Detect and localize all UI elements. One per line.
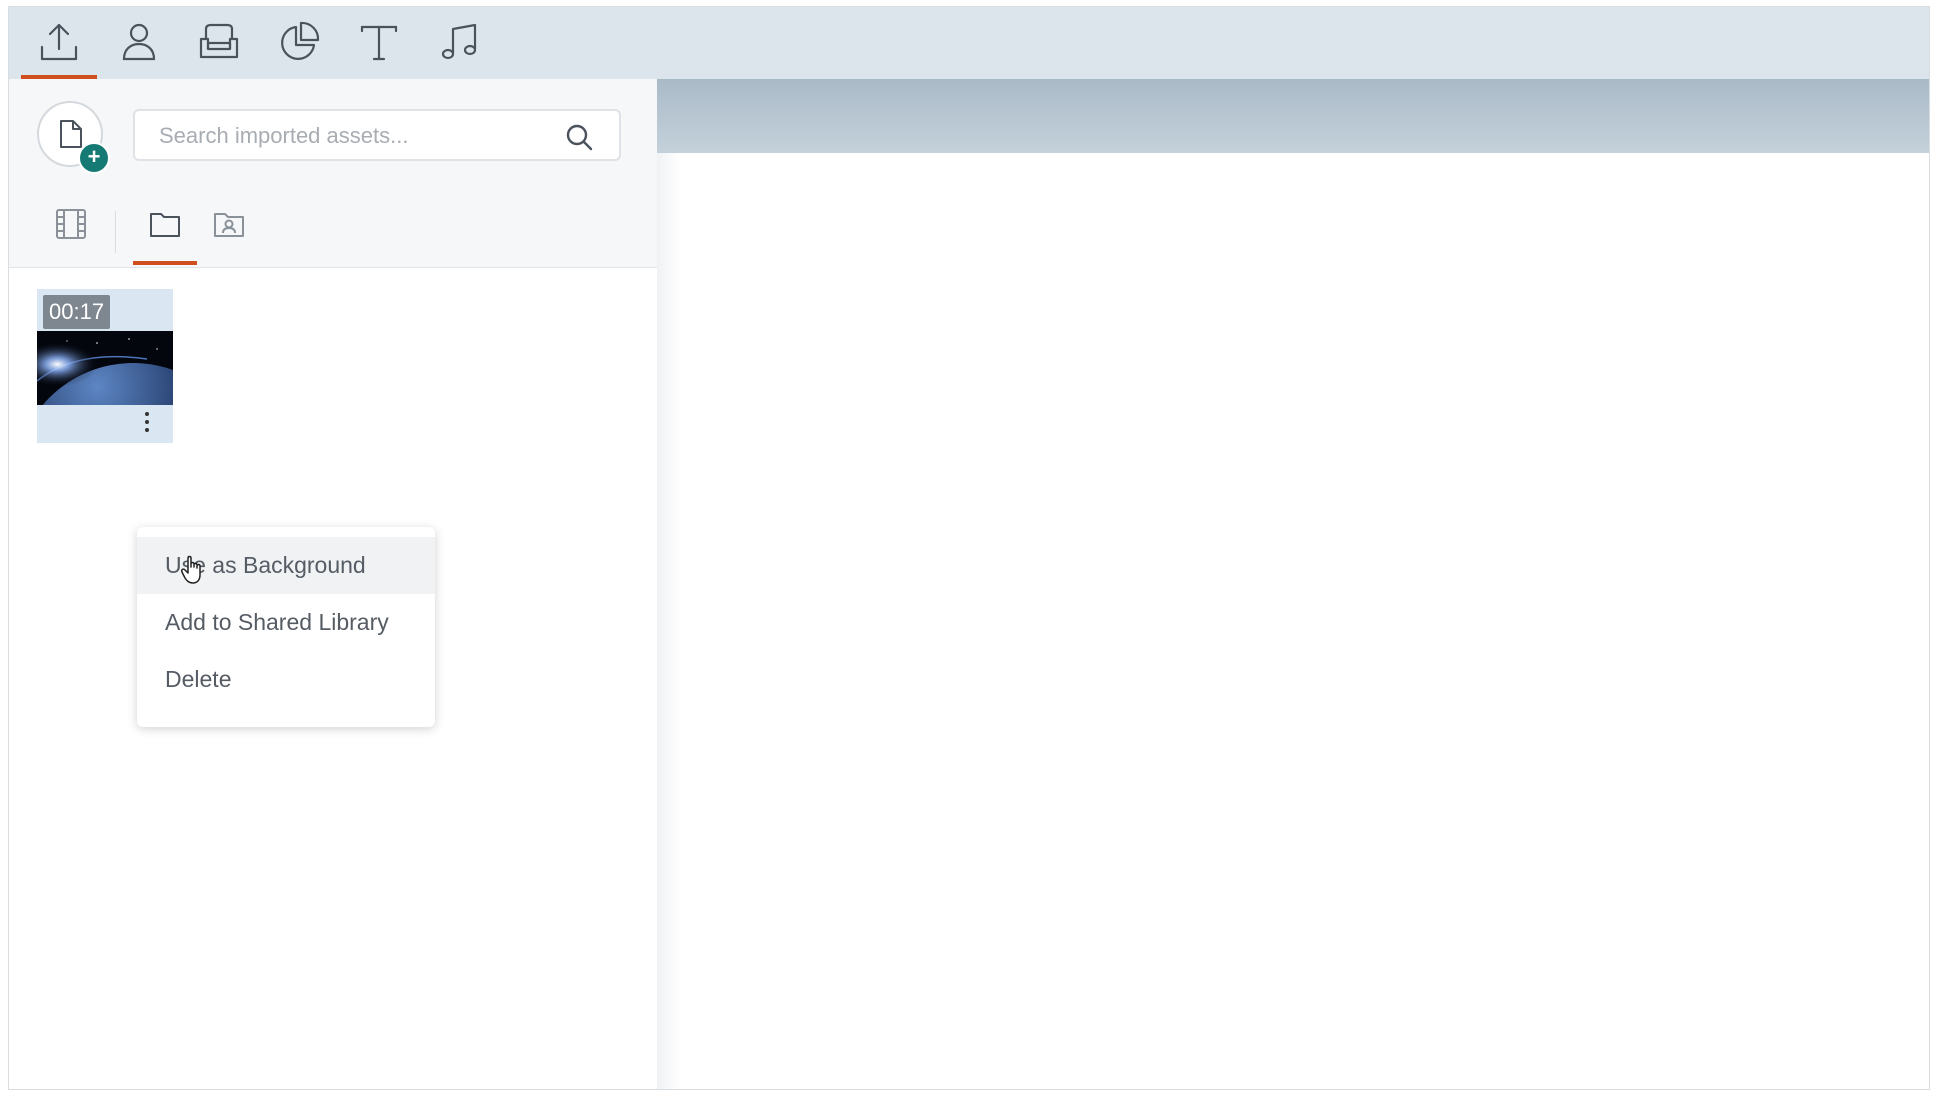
music-icon — [441, 23, 477, 60]
search-box — [133, 109, 621, 161]
asset-sidebar: + Search imported assets... 00:17 Use as… — [9, 79, 658, 1089]
more-options-icon[interactable] — [137, 407, 157, 437]
tab-upload[interactable] — [21, 19, 97, 79]
film-icon — [56, 209, 86, 239]
space-earth-video-thumbnail — [37, 331, 173, 405]
canvas-area — [657, 79, 1929, 1089]
earth-image — [37, 331, 173, 405]
chart-icon — [281, 21, 320, 60]
top-toolbar — [9, 7, 1929, 79]
subtab-videos[interactable] — [39, 207, 103, 265]
menu-item-delete[interactable]: Delete — [137, 651, 435, 708]
plus-badge-icon: + — [78, 142, 110, 174]
new-asset-button[interactable]: + — [37, 101, 110, 174]
props-icon — [199, 23, 239, 59]
shared-folder-icon — [214, 213, 244, 237]
file-add-icon — [60, 120, 82, 148]
app-window: + Search imported assets... 00:17 Use as… — [8, 6, 1930, 1090]
tab-charts[interactable] — [267, 19, 331, 79]
folder-icon — [150, 213, 180, 237]
menu-item-use-as-background[interactable]: Use as Background — [137, 537, 435, 594]
menu-item-add-to-shared-library[interactable]: Add to Shared Library — [137, 594, 435, 651]
subtab-my-assets[interactable] — [133, 207, 197, 265]
context-menu: Use as Background Add to Shared Library … — [137, 527, 435, 727]
tab-characters[interactable] — [107, 19, 171, 79]
duration-badge: 00:17 — [43, 295, 111, 329]
canvas-shadow — [657, 153, 681, 1089]
subtab-divider — [115, 211, 116, 253]
subtab-shared[interactable] — [197, 207, 261, 265]
search-icon[interactable] — [565, 123, 593, 151]
sidebar-header: + — [9, 79, 657, 268]
character-icon — [122, 23, 156, 61]
tab-props[interactable] — [187, 19, 251, 79]
text-icon — [360, 25, 398, 61]
upload-icon — [40, 23, 78, 61]
search-input[interactable] — [157, 121, 541, 151]
asset-thumbnail[interactable]: 00:17 — [37, 289, 173, 443]
canvas-top-strip — [657, 79, 1929, 153]
tab-audio[interactable] — [427, 19, 491, 79]
tab-text[interactable] — [347, 19, 411, 79]
